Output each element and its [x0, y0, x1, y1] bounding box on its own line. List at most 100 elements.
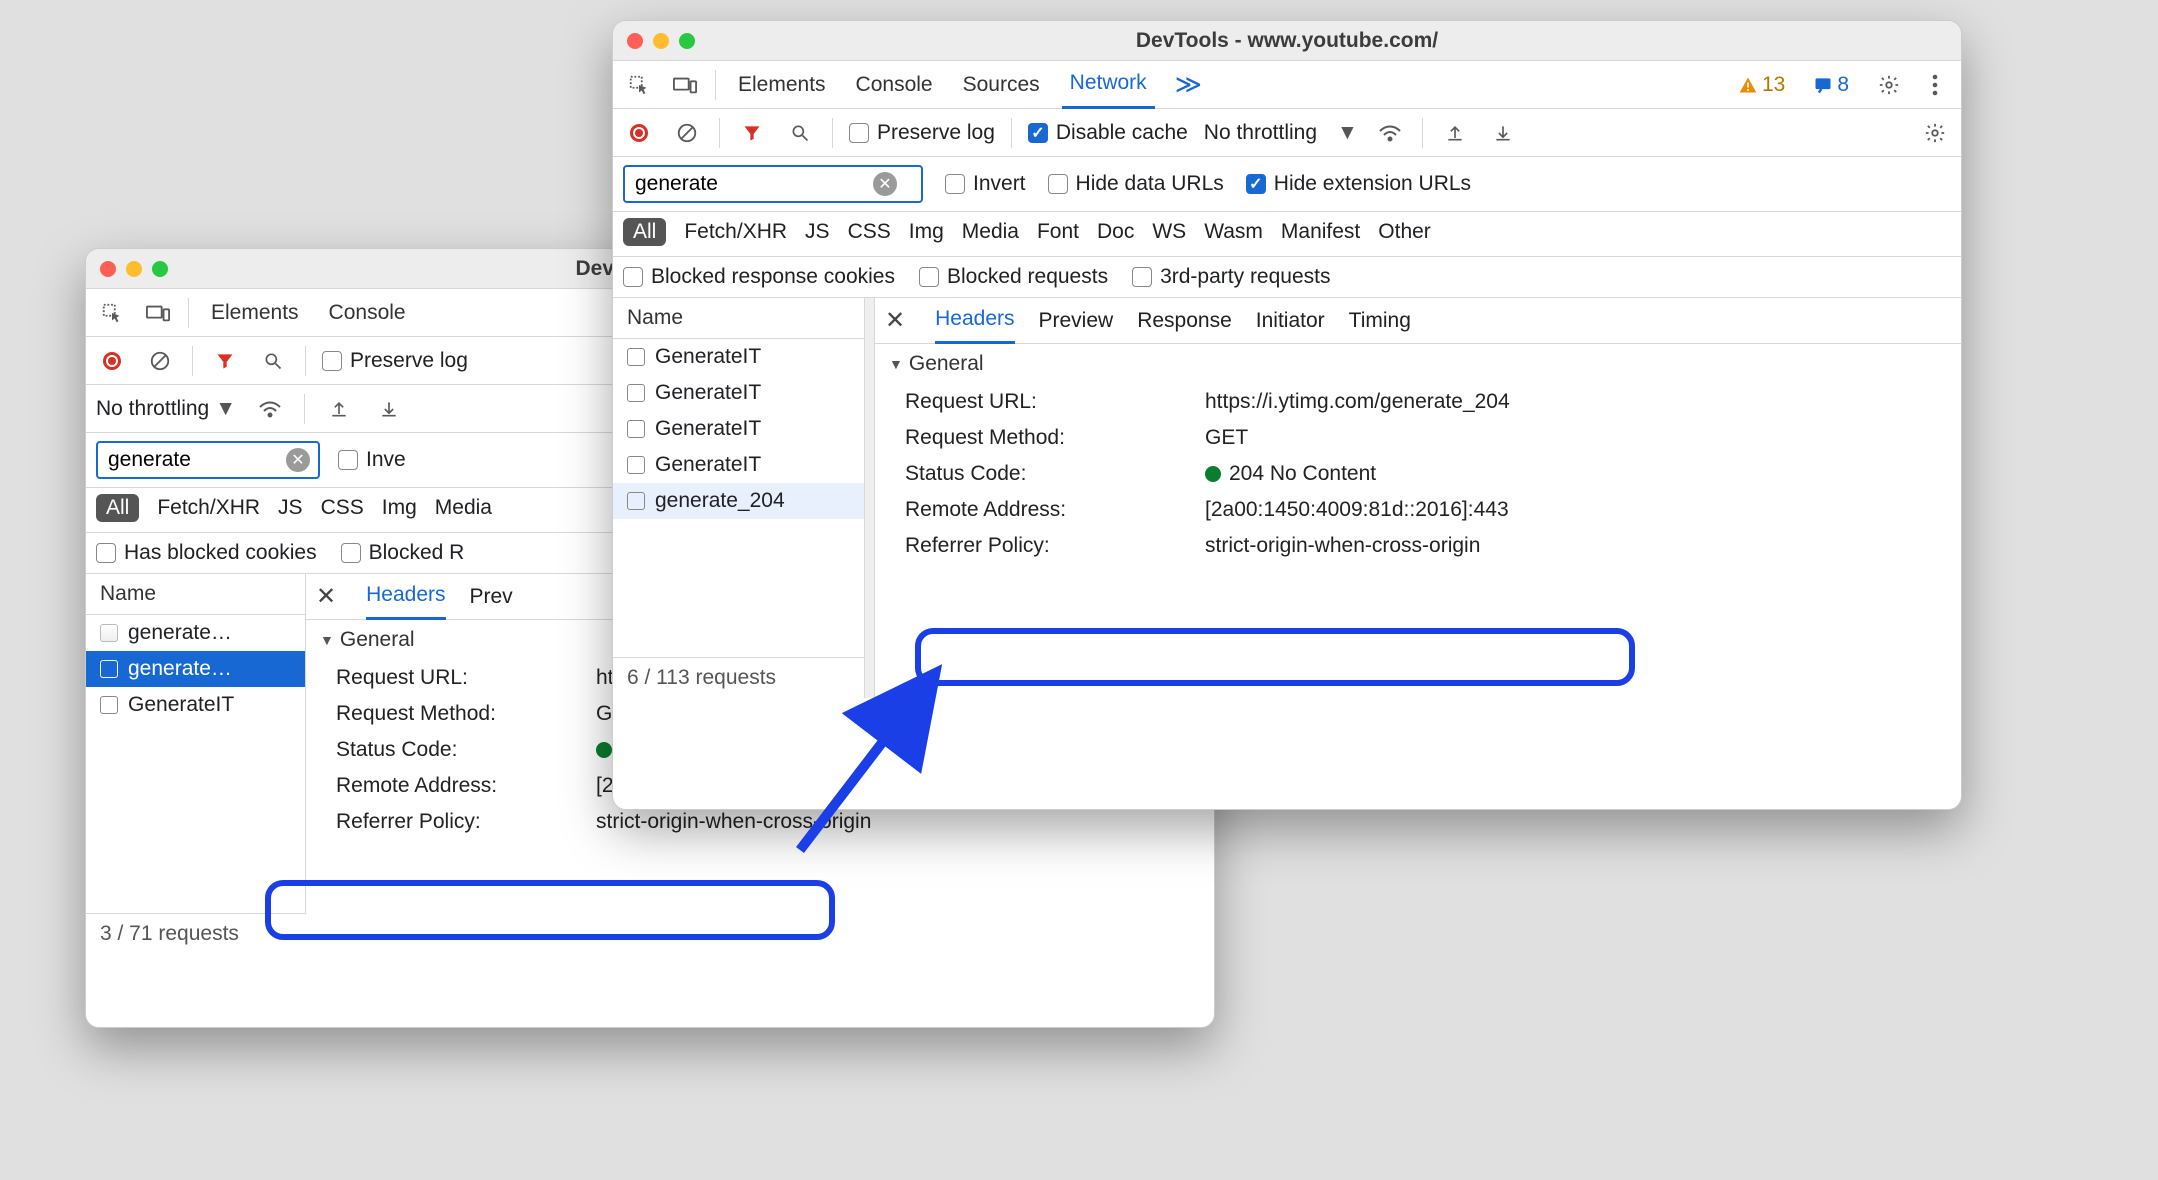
blocked-requests-checkbox[interactable]: Blocked requests [919, 265, 1108, 289]
preserve-log-checkbox[interactable]: Preserve log [322, 349, 468, 373]
more-tabs-icon[interactable]: ≫ [1175, 69, 1202, 100]
minimize-dot[interactable] [653, 33, 669, 49]
tab-elements[interactable]: Elements [730, 61, 834, 109]
filter-icon[interactable] [209, 345, 241, 377]
chip-js[interactable]: JS [278, 496, 303, 520]
request-list: Name generate… generate… GenerateIT 3 / … [86, 574, 306, 954]
list-item[interactable]: GenerateIT [86, 687, 305, 723]
throttling-select[interactable]: No throttling▼ [96, 397, 236, 421]
filter-input[interactable]: ✕ [96, 441, 320, 479]
scrollbar[interactable] [865, 298, 875, 698]
clear-icon[interactable] [671, 117, 703, 149]
has-blocked-cookies-checkbox[interactable]: Has blocked cookies [96, 541, 317, 565]
list-item[interactable]: GenerateIT [613, 375, 864, 411]
list-item[interactable]: generate… [86, 651, 305, 687]
device-icon[interactable] [669, 69, 701, 101]
close-dot[interactable] [627, 33, 643, 49]
search-icon[interactable] [257, 345, 289, 377]
chip-font[interactable]: Font [1037, 220, 1079, 244]
chip-js[interactable]: JS [805, 220, 830, 244]
tab-elements[interactable]: Elements [203, 289, 307, 337]
tab-initiator[interactable]: Initiator [1256, 298, 1325, 344]
wifi-icon[interactable] [254, 393, 286, 425]
chip-all[interactable]: All [96, 494, 139, 522]
upload-icon[interactable] [1439, 117, 1471, 149]
inspect-icon[interactable] [623, 69, 655, 101]
chip-wasm[interactable]: Wasm [1204, 220, 1263, 244]
record-button[interactable] [623, 117, 655, 149]
clear-filter-icon[interactable]: ✕ [873, 172, 897, 196]
blocked-response-cookies-checkbox[interactable]: Blocked response cookies [623, 265, 895, 289]
throttling-select[interactable]: No throttling▼ [1204, 121, 1358, 145]
tab-network[interactable]: Network [1062, 61, 1155, 109]
third-party-checkbox[interactable]: 3rd-party requests [1132, 265, 1330, 289]
list-item[interactable]: generate_204 [613, 483, 864, 519]
close-dot[interactable] [100, 261, 116, 277]
clear-filter-icon[interactable]: ✕ [286, 448, 310, 472]
filter-input[interactable]: ✕ [623, 165, 923, 203]
tab-preview[interactable]: Preview [1039, 298, 1114, 344]
filter-text-input[interactable] [633, 171, 873, 197]
chip-css[interactable]: CSS [848, 220, 891, 244]
kebab-icon[interactable] [1919, 69, 1951, 101]
list-item[interactable]: GenerateIT [613, 447, 864, 483]
hide-extension-urls-checkbox[interactable]: Hide extension URLs [1246, 172, 1471, 196]
name-column-header[interactable]: Name [86, 574, 305, 615]
invert-checkbox[interactable]: Inve [338, 448, 406, 472]
chip-other[interactable]: Other [1378, 220, 1431, 244]
tab-console[interactable]: Console [321, 289, 414, 337]
chip-ws[interactable]: WS [1152, 220, 1186, 244]
filter-icon[interactable] [736, 117, 768, 149]
content-split: Name GenerateITGenerateITGenerateITGener… [613, 298, 1961, 698]
tab-console[interactable]: Console [848, 61, 941, 109]
chip-css[interactable]: CSS [321, 496, 364, 520]
disable-cache-checkbox[interactable]: Disable cache [1028, 121, 1188, 145]
chip-img[interactable]: Img [382, 496, 417, 520]
preserve-log-checkbox[interactable]: Preserve log [849, 121, 995, 145]
hide-data-urls-checkbox[interactable]: Hide data URLs [1048, 172, 1224, 196]
tab-timing[interactable]: Timing [1349, 298, 1411, 344]
chip-img[interactable]: Img [909, 220, 944, 244]
gear-icon[interactable] [1919, 117, 1951, 149]
zoom-dot[interactable] [152, 261, 168, 277]
chip-doc[interactable]: Doc [1097, 220, 1134, 244]
record-button[interactable] [96, 345, 128, 377]
upload-icon[interactable] [323, 393, 355, 425]
messages-badge[interactable]: 8 [1813, 73, 1849, 97]
download-icon[interactable] [1487, 117, 1519, 149]
tab-response[interactable]: Response [1137, 298, 1232, 344]
general-section[interactable]: ▼General [875, 344, 1961, 384]
tab-headers[interactable]: Headers [935, 298, 1014, 344]
tab-preview[interactable]: Prev [470, 574, 513, 620]
inspect-icon[interactable] [96, 297, 128, 329]
name-column-header[interactable]: Name [613, 298, 864, 339]
tab-headers[interactable]: Headers [366, 574, 445, 620]
minimize-dot[interactable] [126, 261, 142, 277]
chip-fetch[interactable]: Fetch/XHR [157, 496, 260, 520]
blocked-checkbox[interactable]: Blocked R [341, 541, 465, 565]
chip-media[interactable]: Media [435, 496, 492, 520]
warning-badge[interactable]: 13 [1738, 73, 1785, 97]
list-item[interactable]: GenerateIT [613, 411, 864, 447]
chip-fetchxhr[interactable]: Fetch/XHR [684, 220, 787, 244]
close-icon[interactable]: ✕ [885, 306, 905, 335]
cookies-row: Blocked response cookies Blocked request… [613, 257, 1961, 298]
gear-icon[interactable] [1873, 69, 1905, 101]
chip-media[interactable]: Media [962, 220, 1019, 244]
type-chips: All Fetch/XHR JS CSS Img Media Font Doc WS Wasm Ma… [613, 212, 1961, 257]
clear-icon[interactable] [144, 345, 176, 377]
list-item[interactable]: GenerateIT [613, 339, 864, 375]
wifi-icon[interactable] [1374, 117, 1406, 149]
tab-sources[interactable]: Sources [955, 61, 1048, 109]
titlebar[interactable]: DevTools - www.youtube.com/ [613, 21, 1961, 61]
search-icon[interactable] [784, 117, 816, 149]
device-icon[interactable] [142, 297, 174, 329]
list-item[interactable]: generate… [86, 615, 305, 651]
zoom-dot[interactable] [679, 33, 695, 49]
download-icon[interactable] [373, 393, 405, 425]
close-icon[interactable]: ✕ [316, 582, 336, 611]
chip-all[interactable]: All [623, 218, 666, 246]
invert-checkbox[interactable]: Invert [945, 172, 1026, 196]
filter-text-input[interactable] [106, 447, 286, 473]
chip-manifest[interactable]: Manifest [1281, 220, 1360, 244]
